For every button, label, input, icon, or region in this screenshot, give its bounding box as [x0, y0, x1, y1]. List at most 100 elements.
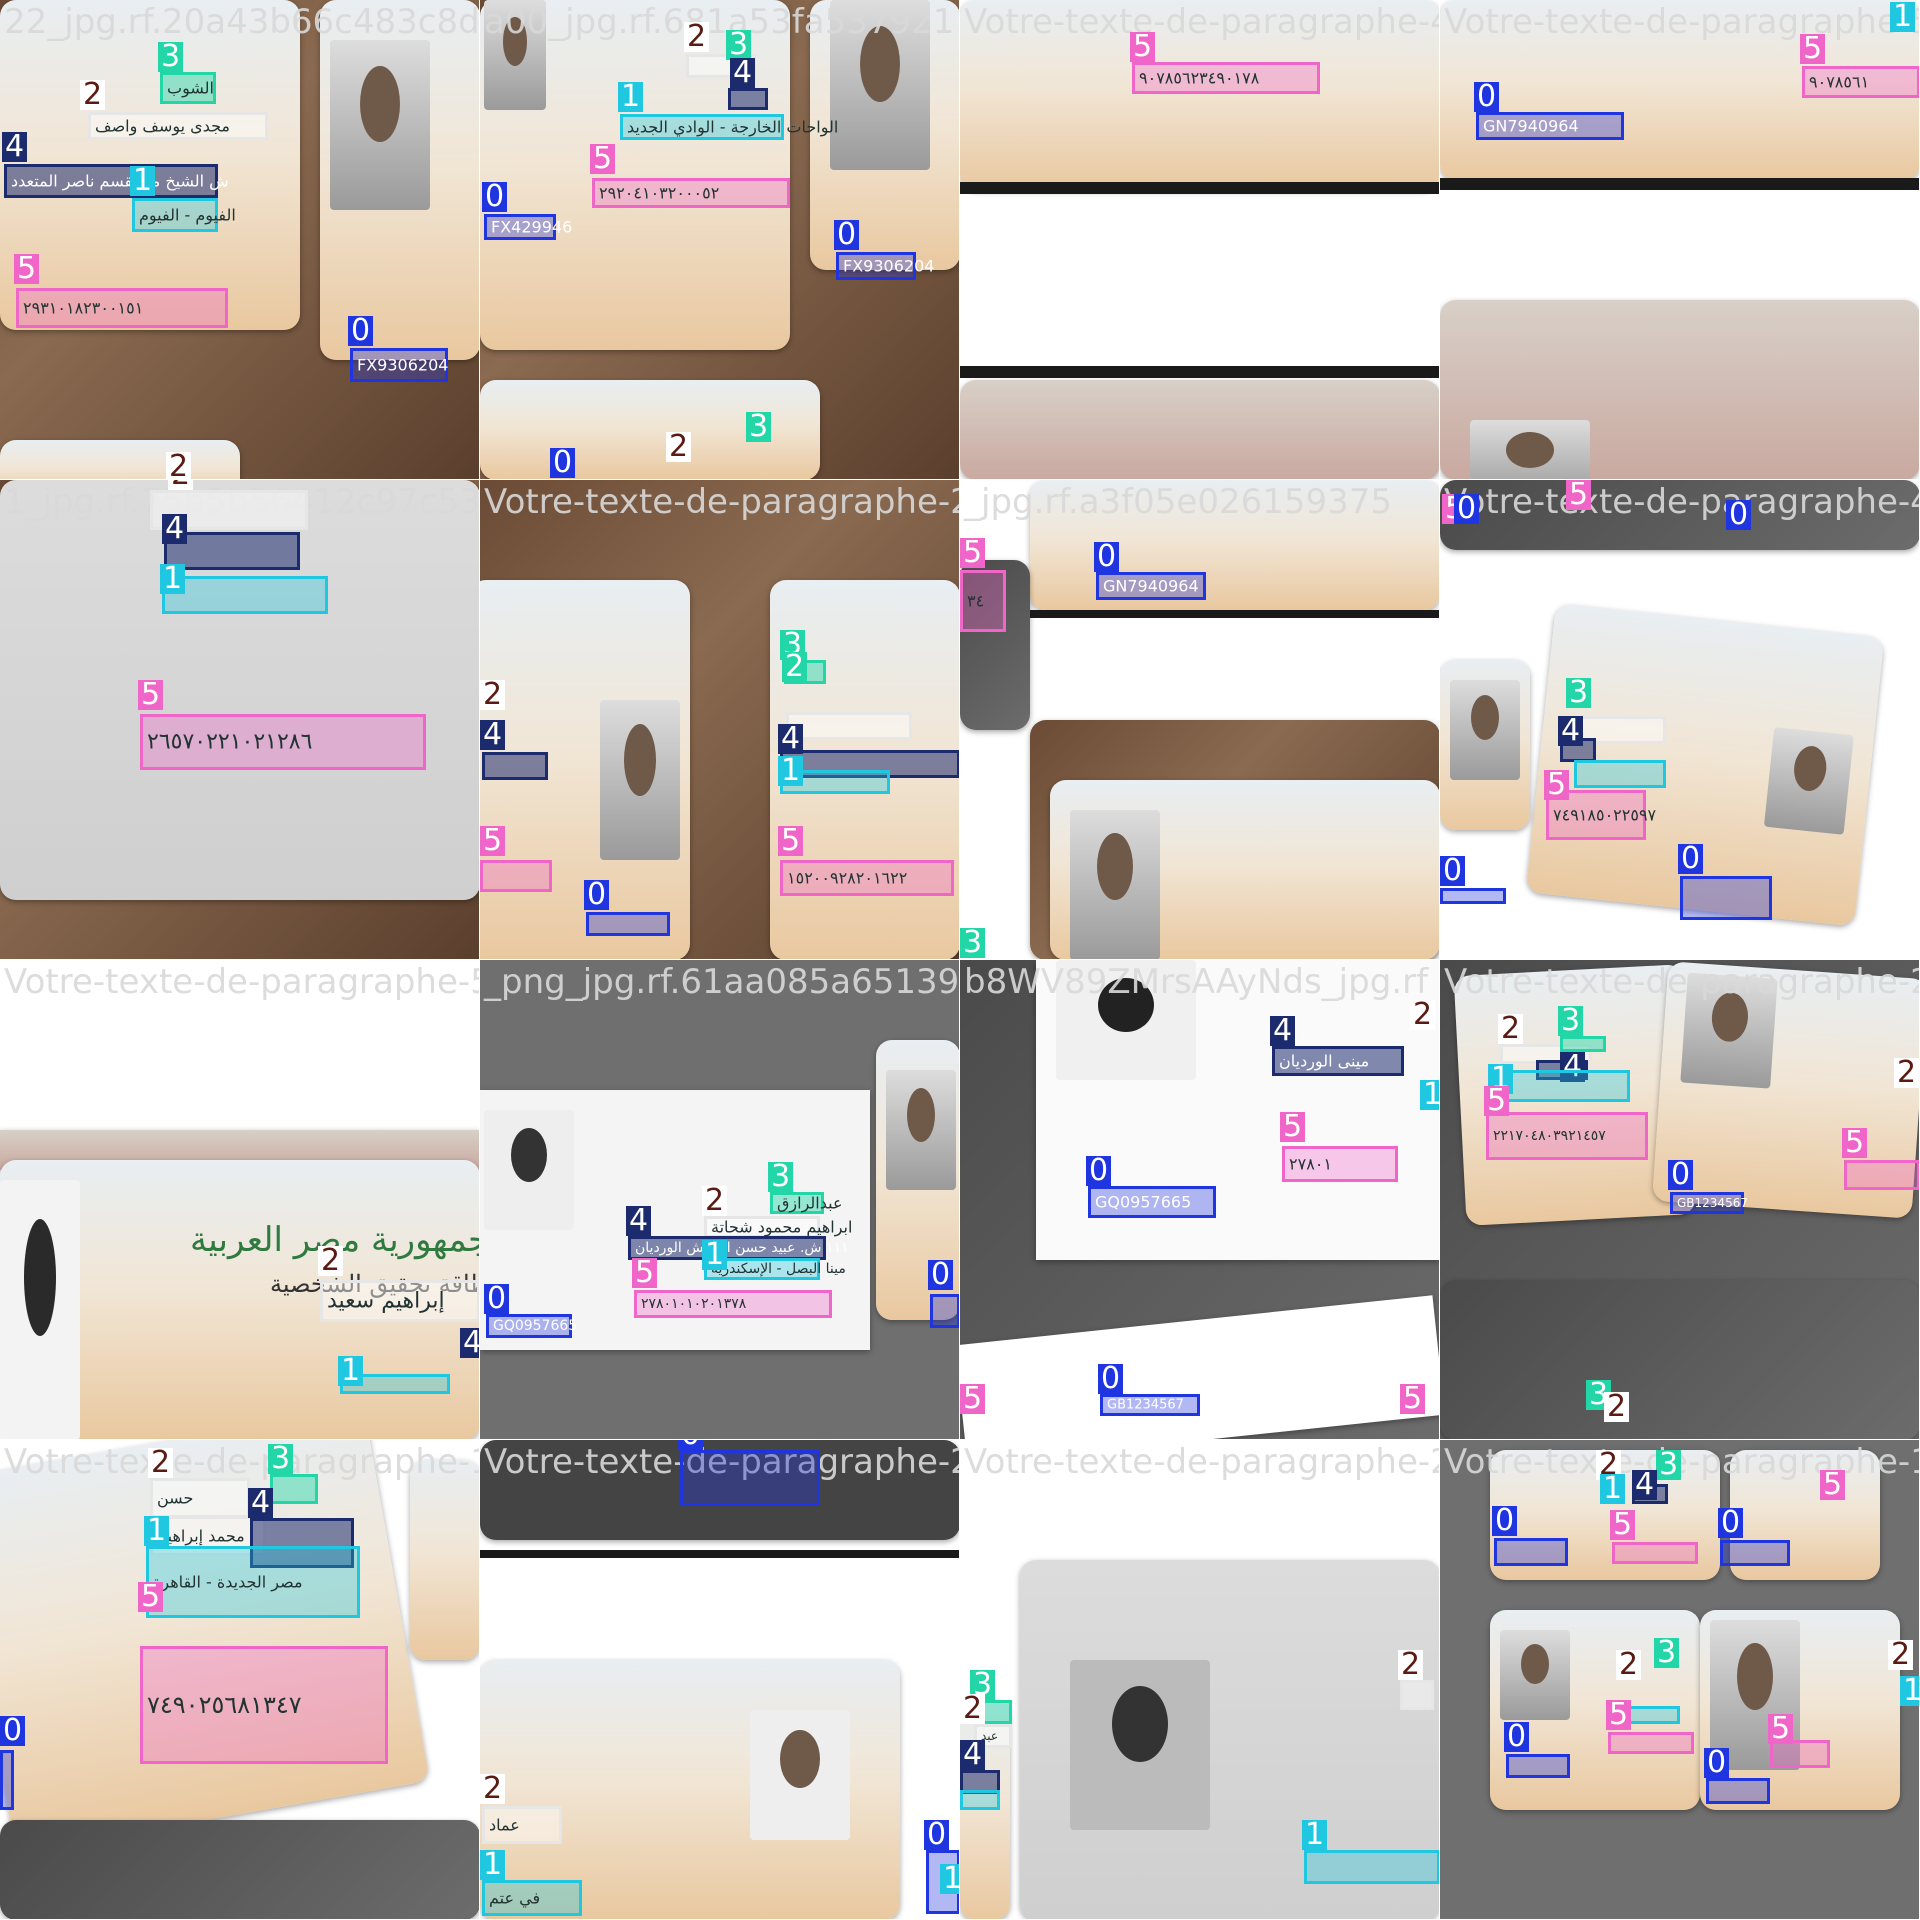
detection-box-3: عبدالرازق — [770, 1192, 843, 1214]
tile-2: Votre-texte-de-paragraphe-4 ٩٠٧٨٥٦٢٣٤٩٠١… — [960, 0, 1440, 480]
class-label: 4 — [480, 720, 506, 750]
class-label: 4 — [778, 724, 804, 754]
detection-box-5: ٢٦٥٧٠٢٢١٠٢١٢٨٦ — [140, 714, 426, 770]
detection-box-5 — [1844, 1160, 1919, 1190]
class-label: 4 — [960, 1740, 986, 1770]
class-label: 4 — [162, 514, 188, 544]
class-label: 2 — [666, 432, 692, 462]
class-label: 0 — [1098, 1364, 1124, 1394]
detection-box-1 — [1304, 1850, 1439, 1884]
detection-box-4: ش الشيخ مستقسم ناصر المتعدد — [4, 164, 229, 198]
detection-box-1: الواحات الخارجة - الوادي الجديد — [620, 114, 838, 140]
tile-caption: 22_jpg.rf.20a43b66c483c8df460042ef481fa5… — [4, 2, 480, 42]
tile-caption: Votre-texte-de-paragraphe-2 — [1444, 962, 1920, 1002]
class-label: 3 — [268, 1444, 294, 1474]
id-card — [410, 1460, 479, 1660]
tile-6: _jpg.rf.a3f05e026159375 GN7940964 0 ٣٤ 5… — [960, 480, 1440, 960]
tile-caption: Votre-texte-de-paragraphe-52 — [4, 962, 480, 1002]
portrait-photo — [1450, 680, 1520, 780]
id-card — [0, 440, 240, 479]
class-label: 1 — [144, 1516, 170, 1546]
detection-box-5 — [1608, 1732, 1694, 1754]
detection-box-0: GB1234567 — [1670, 1192, 1748, 1214]
class-label: 0 — [482, 182, 508, 212]
detection-box-2: عماد — [482, 1806, 562, 1844]
tile-caption: Votre-texte-de-paragraphe-4 — [1444, 482, 1920, 522]
class-label: 0 — [1726, 500, 1752, 530]
detection-box-4 — [482, 752, 548, 780]
tile-caption: Votre-texte-de-paragraphe-5 — [1444, 2, 1920, 42]
class-label: 0 — [550, 448, 576, 478]
portrait-photo — [0, 1180, 80, 1439]
portrait-photo — [1070, 1660, 1210, 1830]
id-card — [320, 0, 479, 360]
detection-box-0 — [0, 1750, 14, 1810]
portrait-photo — [750, 1710, 850, 1840]
class-label: 1 — [1900, 1676, 1919, 1706]
portrait-photo — [1070, 810, 1160, 959]
class-label: 5 — [1820, 1470, 1846, 1500]
divider-strip — [960, 366, 1439, 378]
detection-box-1 — [1574, 760, 1666, 788]
class-label: 4 — [730, 58, 756, 88]
class-label: 4 — [1558, 716, 1584, 746]
class-label: 0 — [0, 1716, 26, 1746]
class-label: 3 — [1566, 678, 1592, 708]
portrait-photo — [1500, 1630, 1570, 1720]
class-label: 1 — [1600, 1474, 1626, 1504]
class-label: 2 — [960, 1694, 986, 1724]
class-label: 2 — [166, 452, 192, 479]
class-label: 5 — [1842, 1128, 1868, 1158]
class-label: 5 — [1130, 32, 1156, 62]
detection-box-5 — [480, 860, 552, 892]
class-label: 0 — [1704, 1748, 1730, 1778]
class-label: 0 — [1504, 1722, 1530, 1752]
detection-box-5: ٢٩٣١٠١٨٢٣٠٠١٥١ — [16, 288, 228, 328]
class-label: 1 — [160, 564, 186, 594]
mosaic-grid: 22_jpg.rf.20a43b66c483c8df460042ef481fa5… — [0, 0, 1920, 1920]
detection-box-5: ١٥٢٠٠٩٢٨٢٠١٦٢٢ — [780, 860, 954, 896]
class-label: 0 — [928, 1260, 954, 1290]
class-label: 1 — [1890, 2, 1916, 32]
class-label: 0 — [1678, 844, 1704, 874]
divider-strip — [480, 1550, 959, 1558]
detection-box-0: FX9306204 — [836, 252, 934, 280]
detection-box-0: GN7940964 — [1476, 112, 1624, 140]
detection-box-2: حسن — [150, 1478, 250, 1518]
detection-box-5: ٩٠٧٨٥٦٢٣٤٩٠١٧٨ — [1132, 62, 1320, 94]
class-label: 5 — [1606, 1700, 1632, 1730]
class-label: 2 — [782, 652, 808, 682]
detection-box-5: ٢٧٨٠١٠١٠٢٠١٣٧٨ — [634, 1290, 832, 1318]
class-label: 1 — [778, 756, 804, 786]
class-label: 3 — [768, 1162, 794, 1192]
tile-4: 1_jpg.rf.75b5b56412c97c536 2 4 1 ٢٦٥٧٠٢٢… — [0, 480, 480, 960]
class-label: 5 — [632, 1258, 658, 1288]
tile-caption: a00_jpg.rf.681a53fa5379211063a5 — [484, 2, 959, 42]
detection-box-5: ٣٤ — [960, 570, 1006, 632]
class-label: 5 — [14, 254, 40, 284]
class-label: 2 — [318, 1246, 344, 1276]
class-label: 3 — [1558, 1006, 1584, 1036]
class-label: 4 — [1270, 1016, 1296, 1046]
tile-0: 22_jpg.rf.20a43b66c483c8df460042ef481fa5… — [0, 0, 480, 480]
detection-box-0: GQ0957665 — [1088, 1186, 1216, 1218]
class-label: 3 — [1654, 1638, 1680, 1668]
class-label: 5 — [590, 144, 616, 174]
portrait-photo — [330, 40, 430, 210]
tile-caption: _jpg.rf.a3f05e026159375 — [964, 482, 1393, 522]
detection-box-0: GB1234567 — [1100, 1394, 1200, 1416]
class-label: 2 — [702, 1186, 728, 1216]
class-label: 4 — [1632, 1470, 1658, 1500]
detection-box-1 — [162, 576, 328, 614]
tile-9: _png_jpg.rf.61aa085a651394 عبدالرازق 3 ا… — [480, 960, 960, 1440]
class-label: 2 — [1410, 1000, 1436, 1030]
detection-box-0 — [1506, 1754, 1570, 1778]
detection-box-2 — [1400, 1680, 1434, 1710]
tile-7: Votre-texte-de-paragraphe-4 5 0 5 0 3 4 … — [1440, 480, 1920, 960]
tile-caption: Votre-texte-de-paragraphe-25 — [964, 1442, 1440, 1482]
class-label: 5 — [1280, 1112, 1306, 1142]
tile-5: Votre-texte-de-paragraphe-204 3 2 4 1 4 … — [480, 480, 960, 960]
detection-box-5: ٢٩٢٠٤١٠٣٢٠٠٠٥٢ — [592, 178, 790, 208]
divider-strip — [1440, 178, 1919, 190]
class-label: 2 — [1616, 1650, 1642, 1680]
